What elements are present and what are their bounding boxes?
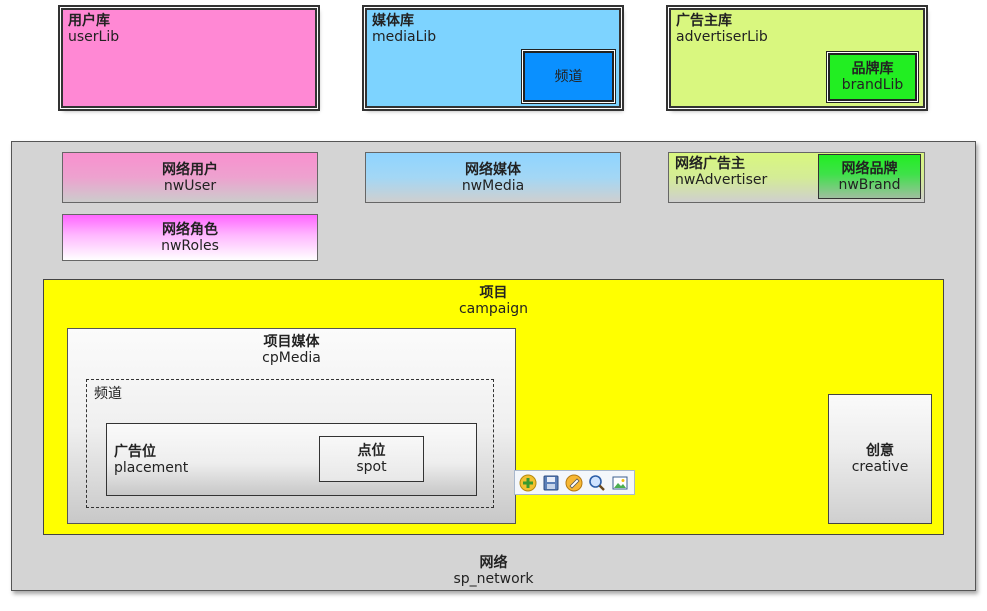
nw-roles-box[interactable]: 网络角色 nwRoles [62,214,318,261]
nw-roles-title: 网络角色 [162,221,218,238]
spot-subtitle: spot [356,459,387,475]
export-image-icon[interactable] [610,473,630,493]
nw-brand-box[interactable]: 网络品牌 nwBrand [818,154,921,199]
search-icon[interactable] [587,473,607,493]
network-label: 网络 sp_network [11,555,976,587]
creative-box[interactable]: 创意 creative [828,394,932,524]
nw-media-box[interactable]: 网络媒体 nwMedia [365,152,621,203]
user-lib-box[interactable]: 用户库 userLib [61,8,317,108]
network-title: 网络 [479,555,508,571]
media-lib-title: 媒体库 [372,13,414,29]
save-icon[interactable] [541,473,561,493]
nw-user-subtitle: nwUser [163,177,217,194]
nw-roles-subtitle: nwRoles [161,237,219,254]
edit-icon[interactable] [564,473,584,493]
cp-media-label: 项目媒体 cpMedia [67,334,516,366]
brand-lib-subtitle: brandLib [841,77,904,93]
nw-user-title: 网络用户 [162,161,218,178]
cp-media-title: 项目媒体 [263,334,320,350]
network-subtitle: sp_network [453,571,534,587]
nw-media-subtitle: nwMedia [461,177,525,194]
add-node-icon[interactable] [518,473,538,493]
spot-box[interactable]: 点位 spot [319,436,424,482]
campaign-subtitle: campaign [458,301,529,317]
advertiser-lib-subtitle: advertiserLib [676,29,768,45]
media-lib-channel-box[interactable]: 频道 [523,51,614,102]
nw-media-title: 网络媒体 [465,161,521,178]
nw-user-box[interactable]: 网络用户 nwUser [62,152,318,203]
brand-lib-title: 品牌库 [851,61,894,77]
channel-label: 频道 [94,386,122,402]
brand-lib-box[interactable]: 品牌库 brandLib [828,53,917,101]
diagram-toolbar [514,470,635,495]
media-lib-channel-label: 频道 [554,68,583,85]
nw-brand-subtitle: nwBrand [838,176,901,193]
user-lib-subtitle: userLib [68,29,120,45]
spot-title: 点位 [357,443,386,459]
user-lib-title: 用户库 [68,13,110,29]
nw-brand-title: 网络品牌 [841,160,898,177]
campaign-label: 项目 campaign [43,285,944,317]
campaign-title: 项目 [479,285,508,301]
cp-media-subtitle: cpMedia [262,350,321,366]
creative-subtitle: creative [851,459,909,475]
media-lib-subtitle: mediaLib [372,29,437,45]
advertiser-lib-title: 广告主库 [676,13,732,29]
creative-title: 创意 [866,443,894,459]
